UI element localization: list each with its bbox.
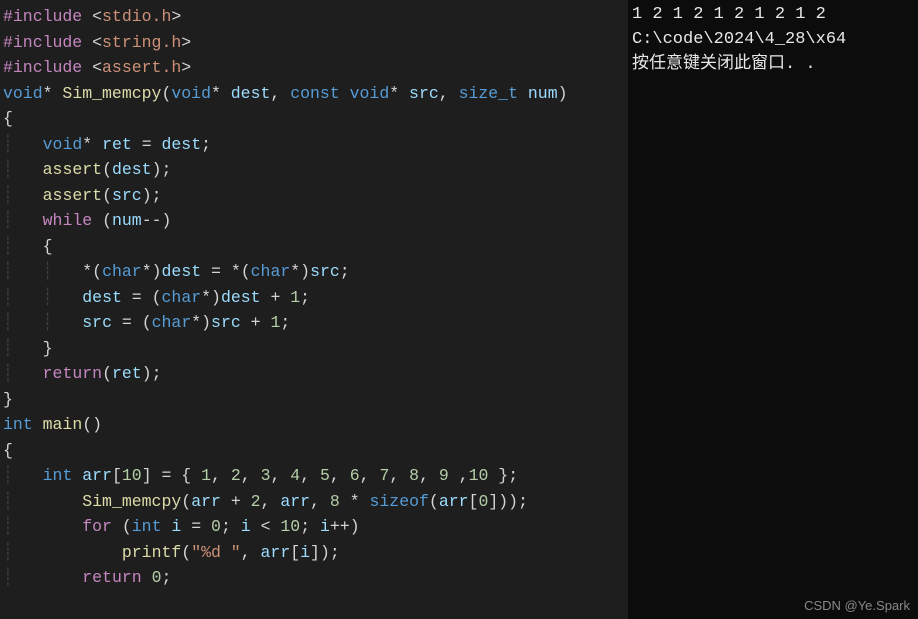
code-line: { [3, 106, 625, 132]
code-line: } [3, 387, 625, 413]
code-line: int main() [3, 412, 625, 438]
terminal-pane[interactable]: 1 2 1 2 1 2 1 2 1 2 C:\code\2024\4_28\x6… [628, 0, 918, 619]
code-line: { [3, 438, 625, 464]
terminal-output-line: 按任意键关闭此窗口. . [632, 52, 914, 77]
code-line: void* Sim_memcpy(void* dest, const void*… [3, 81, 625, 107]
code-line: ┊ Sim_memcpy(arr + 2, arr, 8 * sizeof(ar… [3, 489, 625, 515]
terminal-output-line: 1 2 1 2 1 2 1 2 1 2 [632, 2, 914, 27]
code-line: ┊ ┊ *(char*)dest = *(char*)src; [3, 259, 625, 285]
code-line: ┊ printf("%d ", arr[i]); [3, 540, 625, 566]
code-line: ┊ } [3, 336, 625, 362]
code-line: #include <string.h> [3, 30, 625, 56]
code-line: ┊ void* ret = dest; [3, 132, 625, 158]
code-line: #include <stdio.h> [3, 4, 625, 30]
code-line: ┊ assert(dest); [3, 157, 625, 183]
terminal-output-line: C:\code\2024\4_28\x64 [632, 27, 914, 52]
watermark-text: CSDN @Ye.Spark [804, 598, 910, 613]
code-line: ┊ return(ret); [3, 361, 625, 387]
code-editor-pane[interactable]: #include <stdio.h> #include <string.h> #… [0, 0, 628, 619]
code-line: ┊ return 0; [3, 565, 625, 591]
code-line: ┊ while (num--) [3, 208, 625, 234]
code-line: ┊ for (int i = 0; i < 10; i++) [3, 514, 625, 540]
code-line: #include <assert.h> [3, 55, 625, 81]
code-line: ┊ assert(src); [3, 183, 625, 209]
code-line: ┊ ┊ src = (char*)src + 1; [3, 310, 625, 336]
code-line: ┊ int arr[10] = { 1, 2, 3, 4, 5, 6, 7, 8… [3, 463, 625, 489]
code-line: ┊ ┊ dest = (char*)dest + 1; [3, 285, 625, 311]
code-line: ┊ { [3, 234, 625, 260]
